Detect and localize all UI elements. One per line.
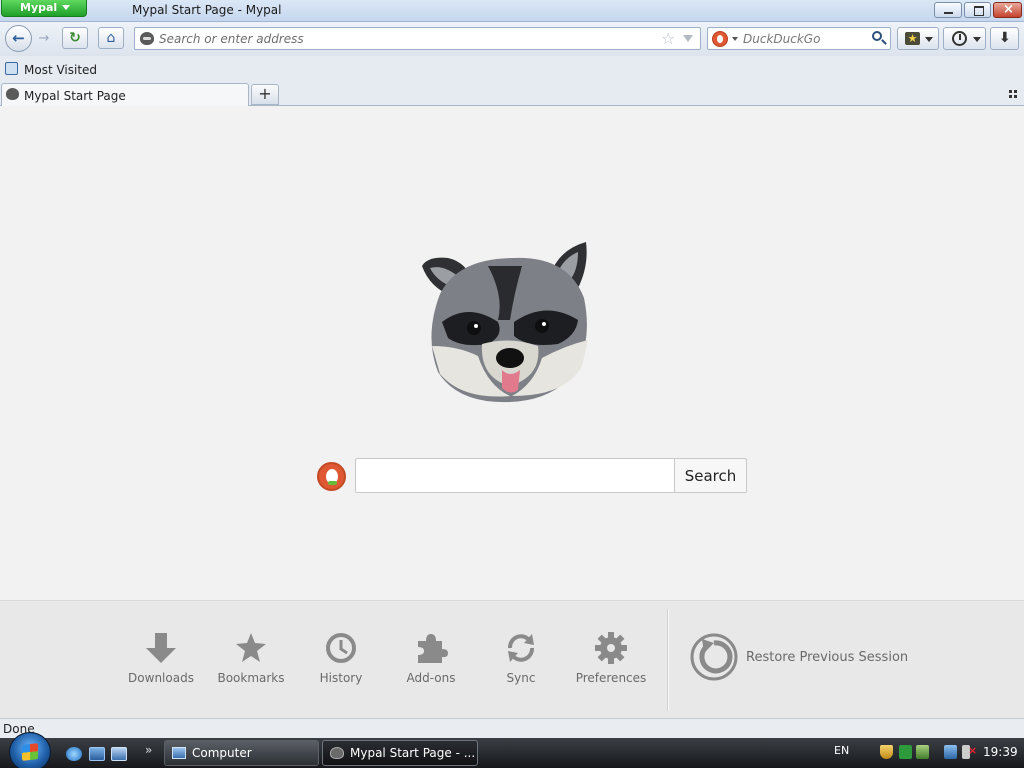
app-menu-label: Mypal bbox=[20, 1, 58, 14]
start-search-input[interactable] bbox=[355, 458, 675, 493]
chevron-down-icon[interactable] bbox=[732, 37, 738, 41]
status-bar: Done bbox=[0, 718, 1024, 738]
internet-explorer-icon[interactable] bbox=[66, 747, 82, 761]
puzzle-piece-icon bbox=[418, 634, 448, 663]
language-indicator[interactable]: EN bbox=[834, 744, 849, 757]
show-desktop-icon[interactable] bbox=[89, 747, 105, 761]
forward-arrow-icon: → bbox=[38, 31, 50, 46]
clock-icon bbox=[952, 31, 967, 46]
bookmarks-icon: ★ bbox=[905, 32, 920, 45]
chevron-down-icon bbox=[925, 37, 933, 42]
start-page: Search Downloads Bookmarks History Add-o… bbox=[0, 106, 1024, 718]
search-engine-icon[interactable] bbox=[712, 31, 728, 47]
taskbar-button-label: Mypal Start Page - ... bbox=[350, 746, 476, 760]
site-identity-icon[interactable] bbox=[140, 32, 154, 45]
launcher-addons[interactable]: Add-ons bbox=[386, 631, 476, 685]
os-taskbar: » Computer Mypal Start Page - ... EN × 1… bbox=[0, 732, 1024, 768]
clock-icon bbox=[326, 633, 356, 663]
restore-window-button[interactable] bbox=[964, 2, 991, 18]
download-arrow-icon: ⬇ bbox=[999, 30, 1011, 46]
window-title: Mypal Start Page - Mypal bbox=[132, 3, 282, 17]
taskbar-button-mypal[interactable]: Mypal Start Page - ... bbox=[322, 740, 478, 766]
close-icon: × bbox=[1003, 2, 1014, 17]
restore-session-icon bbox=[690, 633, 738, 681]
history-menu-button[interactable] bbox=[943, 27, 986, 50]
raccoon-app-icon bbox=[330, 747, 344, 759]
navigation-toolbar: ← → ↻ ⌂ ☆ ★ ⬇ bbox=[0, 22, 1024, 56]
launcher-bar: Downloads Bookmarks History Add-ons Sync… bbox=[0, 600, 1024, 718]
security-shield-icon[interactable] bbox=[880, 745, 893, 759]
tab-strip: Mypal Start Page + bbox=[0, 82, 1024, 106]
launcher-preferences[interactable]: Preferences bbox=[566, 631, 656, 685]
gear-icon bbox=[595, 632, 627, 664]
tab-mypal-start-page[interactable]: Mypal Start Page bbox=[1, 83, 249, 106]
taskbar-button-computer[interactable]: Computer bbox=[164, 740, 319, 766]
raccoon-favicon-icon bbox=[6, 88, 19, 100]
network-icon[interactable] bbox=[916, 745, 929, 759]
minimize-button[interactable] bbox=[934, 2, 962, 18]
launcher-addons-label: Add-ons bbox=[406, 671, 456, 685]
restore-session-label: Restore Previous Session bbox=[746, 650, 909, 665]
start-search-row: Search bbox=[317, 458, 757, 494]
launcher-history-label: History bbox=[319, 671, 363, 685]
launcher-bookmarks-label: Bookmarks bbox=[217, 671, 285, 685]
back-button[interactable]: ← bbox=[5, 25, 32, 52]
search-bar[interactable] bbox=[707, 27, 891, 50]
address-bar[interactable]: ☆ bbox=[134, 27, 701, 50]
plus-icon: + bbox=[258, 84, 272, 103]
bookmark-most-visited[interactable]: Most Visited bbox=[24, 63, 97, 77]
duckduckgo-logo-icon bbox=[317, 462, 346, 491]
raccoon-logo bbox=[422, 242, 588, 403]
start-search-button[interactable]: Search bbox=[674, 458, 747, 493]
checkmark-icon[interactable] bbox=[899, 745, 912, 759]
tab-label: Mypal Start Page bbox=[24, 89, 126, 103]
address-input[interactable] bbox=[159, 31, 649, 47]
list-all-tabs-button[interactable] bbox=[1009, 90, 1018, 99]
home-button[interactable]: ⌂ bbox=[98, 27, 124, 49]
computer-icon bbox=[172, 747, 186, 759]
launcher-sync[interactable]: Sync bbox=[476, 631, 566, 685]
star-icon bbox=[236, 633, 266, 662]
reload-button[interactable]: ↻ bbox=[62, 27, 88, 49]
most-visited-icon[interactable] bbox=[5, 62, 18, 75]
download-arrow-icon bbox=[146, 633, 176, 663]
back-arrow-icon: ← bbox=[12, 29, 25, 47]
new-tab-button[interactable]: + bbox=[251, 84, 279, 105]
switch-windows-icon[interactable] bbox=[111, 747, 127, 761]
launcher-divider bbox=[667, 609, 668, 711]
launcher-downloads-label: Downloads bbox=[128, 671, 194, 685]
launcher-history[interactable]: History bbox=[296, 631, 386, 685]
system-clock[interactable]: 19:39 bbox=[983, 745, 1018, 759]
bookmarks-menu-button[interactable]: ★ bbox=[897, 27, 939, 50]
chevron-down-icon bbox=[973, 37, 981, 42]
taskbar-button-label: Computer bbox=[192, 746, 252, 760]
reload-icon: ↻ bbox=[69, 30, 81, 46]
chevron-down-icon bbox=[62, 5, 70, 10]
search-icon[interactable] bbox=[872, 31, 882, 41]
launcher-preferences-label: Preferences bbox=[575, 671, 647, 685]
search-engine-input[interactable] bbox=[743, 31, 868, 47]
start-button[interactable] bbox=[9, 732, 51, 768]
close-window-button[interactable]: × bbox=[993, 2, 1022, 18]
title-bar: Mypal Mypal Start Page - Mypal × bbox=[0, 0, 1024, 22]
launcher-sync-label: Sync bbox=[506, 671, 536, 685]
history-dropdown-icon[interactable] bbox=[683, 35, 693, 42]
forward-button[interactable]: → bbox=[34, 30, 54, 48]
monitor-icon[interactable] bbox=[944, 745, 957, 759]
downloads-button[interactable]: ⬇ bbox=[990, 27, 1019, 50]
bookmarks-toolbar: Most Visited bbox=[0, 56, 1024, 82]
launcher-bookmarks[interactable]: Bookmarks bbox=[206, 631, 296, 685]
bookmark-star-icon[interactable]: ☆ bbox=[661, 29, 675, 48]
chevron-double-right-icon[interactable]: » bbox=[145, 743, 152, 757]
restore-session-button[interactable]: Restore Previous Session bbox=[690, 633, 950, 683]
app-menu-button[interactable]: Mypal bbox=[1, 0, 87, 17]
mute-icon: × bbox=[968, 744, 978, 757]
sync-icon bbox=[508, 634, 534, 662]
home-icon: ⌂ bbox=[106, 30, 116, 46]
launcher-downloads[interactable]: Downloads bbox=[116, 631, 206, 685]
